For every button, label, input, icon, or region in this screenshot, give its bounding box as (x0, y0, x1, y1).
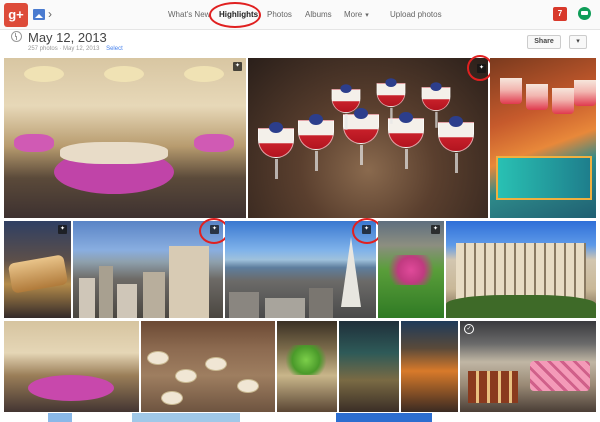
photo-ballroom-buffet[interactable]: ✦ (4, 58, 246, 218)
photo-detail (28, 375, 114, 401)
photo-detail (229, 292, 259, 318)
photo-detail (175, 369, 197, 383)
photo-detail (500, 78, 522, 104)
photo-detail (530, 361, 590, 391)
photo-transamerica-view[interactable]: ✦ (225, 221, 376, 318)
nav-highlights[interactable]: Highlights (219, 0, 258, 30)
photo-detail (456, 243, 586, 303)
photo-drinks-display[interactable] (401, 321, 458, 412)
photo-dessert-glasses[interactable]: ✦ (248, 58, 488, 218)
photo-detail (161, 391, 183, 405)
photo-meta: 257 photos · May 12, 2013 Select (28, 46, 123, 52)
auto-enhance-icon[interactable]: ✦ (58, 225, 67, 234)
next-row-preview (0, 413, 600, 422)
photo-detail (237, 379, 259, 393)
photo-glass-cups[interactable] (339, 321, 399, 412)
select-link[interactable]: Select (106, 46, 123, 52)
photo-detail (382, 255, 440, 285)
photo-pastry-closeup[interactable]: ✦ (4, 221, 71, 318)
photo-detail (184, 66, 224, 82)
top-bar: g+ › What's New Highlights Photos Albums… (0, 0, 600, 30)
nav-albums[interactable]: Albums (305, 0, 332, 30)
photo-detail (376, 78, 406, 124)
nav-upload-photos[interactable]: Upload photos (390, 0, 442, 30)
photo-detail (258, 122, 294, 179)
photo-detail (169, 246, 209, 318)
photo-detail (143, 272, 165, 318)
auto-enhance-icon[interactable]: ✦ (477, 64, 486, 73)
select-check-icon[interactable]: ✓ (464, 324, 474, 334)
photo-detail (526, 84, 548, 110)
photo-detail (79, 278, 95, 318)
photo-detail (341, 237, 361, 307)
nav-whats-new[interactable]: What's New (168, 0, 210, 30)
photo-detail (421, 82, 451, 128)
photo-flower-garden[interactable]: ✦ (378, 221, 444, 318)
photo-detail (117, 284, 137, 318)
photo-dessert-table[interactable] (460, 321, 596, 412)
photo-detail (24, 66, 64, 82)
photo-dessert-cups[interactable] (490, 58, 596, 218)
auto-enhance-icon[interactable]: ✦ (210, 225, 219, 234)
photo-detail (446, 295, 596, 318)
photo-hotel-facade[interactable] (446, 221, 596, 318)
auto-enhance-icon[interactable]: ✦ (233, 62, 242, 71)
page-title: May 12, 2013 (28, 30, 107, 45)
photo-detail (388, 112, 424, 169)
photo-detail (7, 254, 69, 294)
hangouts-icon[interactable] (578, 7, 591, 20)
photo-city-skyline[interactable]: ✦ (73, 221, 223, 318)
photo-detail (147, 351, 169, 365)
auto-enhance-icon[interactable]: ✦ (362, 225, 371, 234)
nav-more[interactable]: More ▾ (344, 0, 369, 30)
photo-detail (552, 88, 574, 114)
nav-photos[interactable]: Photos (267, 0, 292, 30)
photo-ballroom-wide[interactable] (4, 321, 139, 412)
photo-detail (309, 288, 333, 318)
photo-food-platters[interactable] (141, 321, 275, 412)
photos-icon[interactable] (33, 9, 45, 20)
photo-detail (283, 345, 329, 375)
chevron-right-icon[interactable]: › (48, 7, 52, 21)
photo-date: May 12, 2013 (63, 46, 100, 52)
photo-detail (343, 108, 379, 165)
notification-badge[interactable]: 7 (553, 7, 567, 21)
photo-detail (99, 266, 113, 318)
photo-detail (194, 134, 234, 152)
photo-detail (205, 357, 227, 371)
photo-detail (438, 116, 474, 173)
auto-enhance-icon[interactable]: ✦ (431, 225, 440, 234)
options-dropdown-button[interactable]: ▾ (569, 35, 587, 49)
photo-detail (496, 156, 592, 200)
photo-count: 257 photos (28, 46, 58, 52)
google-plus-logo[interactable]: g+ (4, 3, 28, 27)
share-button[interactable]: Share (527, 35, 561, 49)
photo-detail (60, 142, 168, 164)
photo-vegetable-display[interactable] (277, 321, 337, 412)
nav-more-label: More (344, 10, 363, 19)
chevron-down-icon: ▾ (365, 12, 369, 19)
photo-detail (14, 134, 54, 152)
photo-detail (104, 66, 144, 82)
photo-detail (468, 371, 518, 403)
clock-icon (11, 31, 22, 42)
photo-detail (265, 298, 305, 318)
photo-detail (574, 80, 596, 106)
photo-detail (298, 114, 334, 171)
